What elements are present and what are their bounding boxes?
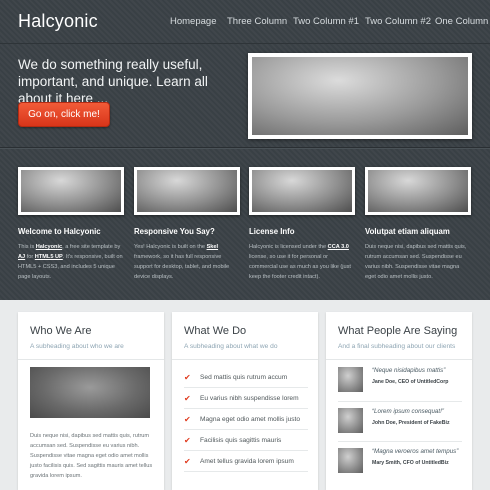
feature-image [134, 167, 240, 215]
testimonial: “Neque nisidapibus mattis” Jane Doe, CEO… [338, 367, 462, 397]
panel-title: What People Are Saying [338, 325, 458, 337]
avatar [338, 448, 363, 473]
checkmark-icon: ✔ [184, 415, 191, 424]
panel-subtitle: And a final subheading about our clients [338, 343, 456, 350]
feature-title: License Info [249, 227, 295, 236]
hero-image [248, 53, 472, 139]
divider [18, 359, 164, 360]
nav-homepage[interactable]: Homepage [170, 16, 216, 27]
checkmark-icon: ✔ [184, 436, 191, 445]
feature-welcome: Welcome to Halcyonic This is Halcyonic, … [18, 167, 124, 282]
divider [172, 359, 318, 360]
divider [338, 441, 462, 442]
feature-image [365, 167, 471, 215]
testimonial-author: Mary Smith, CFO of UntitledBiz [372, 460, 449, 466]
avatar [338, 367, 363, 392]
cca-link[interactable]: CCA 3.0 [328, 244, 349, 250]
divider [338, 401, 462, 402]
who-image [30, 367, 150, 418]
feature-title: Volutpat etiam aliquam [365, 227, 450, 236]
nav-one-column[interactable]: One Column [435, 16, 488, 27]
feature-title: Welcome to Halcyonic [18, 227, 101, 236]
feature-text: Duis neque nisi, dapibus sed mattis quis… [365, 244, 467, 280]
site-header: Halcyonic Homepage Three Column Two Colu… [0, 0, 490, 44]
panel-title: Who We Are [30, 325, 92, 337]
what-list: ✔ Sed mattis quis rutrum accum ✔ Eu varius… [184, 367, 308, 472]
feature-image [18, 167, 124, 215]
feature-text: Yes! Halcyonic is built on the Skel fram… [134, 244, 230, 280]
testimonial-quote[interactable]: “Magna veroeros amet tempus” [372, 448, 458, 455]
nav-two-column-1[interactable]: Two Column #1 [293, 16, 359, 27]
main-nav: Homepage Three Column Two Column #1 Two … [0, 16, 490, 30]
testimonials-panel: What People Are Saying And a final subhe… [326, 312, 472, 490]
checkmark-icon: ✔ [184, 394, 191, 403]
panel-title: What We Do [184, 325, 247, 337]
feature-title: Responsive You Say? [134, 227, 215, 236]
divider [326, 359, 472, 360]
halcyonic-link[interactable]: Halcyonic [36, 244, 62, 250]
feature-volutpat: Volutpat etiam aliquam Duis neque nisi, … [365, 167, 471, 282]
avatar [338, 408, 363, 433]
feature-image [249, 167, 355, 215]
skel-link[interactable]: Skel [207, 244, 219, 250]
panel-subtitle: A subheading about what we do [184, 343, 278, 350]
html5up-link[interactable]: HTML5 UP [35, 254, 63, 260]
hero-headline: We do something really useful, important… [18, 57, 208, 106]
feature-text: Halcyonic is licensed under the CCA 3.0 … [249, 244, 351, 280]
testimonial-quote[interactable]: “Neque nisidapibus mattis” [372, 367, 445, 374]
hero-banner: We do something really useful, important… [0, 44, 490, 148]
cta-button[interactable]: Go on, click me! [18, 102, 110, 127]
checkmark-icon: ✔ [184, 373, 191, 382]
list-item: ✔ Eu varius nibh suspendisse lorem [184, 388, 308, 409]
testimonial-author: John Doe, President of FakeBiz [372, 420, 450, 426]
feature-text: This is Halcyonic, a free site template … [18, 244, 123, 280]
list-item: ✔ Facilisis quis sagittis mauris [184, 430, 308, 451]
what-we-do-panel: What We Do A subheading about what we do… [172, 312, 318, 490]
features-row: Welcome to Halcyonic This is Halcyonic, … [0, 148, 490, 300]
list-item: ✔ Amet tellus gravida lorem ipsum [184, 451, 308, 472]
who-body: Duis neque nisi, dapibus sed mattis quis… [30, 433, 153, 479]
testimonial: “Lorem ipsum consequat!” John Doe, Presi… [338, 408, 462, 438]
testimonial: “Magna veroeros amet tempus” Mary Smith,… [338, 448, 462, 478]
list-item: ✔ Magna eget odio amet mollis justo [184, 409, 308, 430]
feature-license: License Info Halcyonic is licensed under… [249, 167, 355, 282]
feature-responsive: Responsive You Say? Yes! Halcyonic is bu… [134, 167, 240, 282]
who-we-are-panel: Who We Are A subheading about who we are… [18, 312, 164, 490]
nav-two-column-2[interactable]: Two Column #2 [365, 16, 431, 27]
testimonial-author: Jane Doe, CEO of UntitledCorp [372, 379, 449, 385]
panel-subtitle: A subheading about who we are [30, 343, 124, 350]
testimonial-quote[interactable]: “Lorem ipsum consequat!” [372, 408, 444, 415]
checkmark-icon: ✔ [184, 457, 191, 466]
nav-three-column[interactable]: Three Column [227, 16, 287, 27]
list-item: ✔ Sed mattis quis rutrum accum [184, 367, 308, 388]
